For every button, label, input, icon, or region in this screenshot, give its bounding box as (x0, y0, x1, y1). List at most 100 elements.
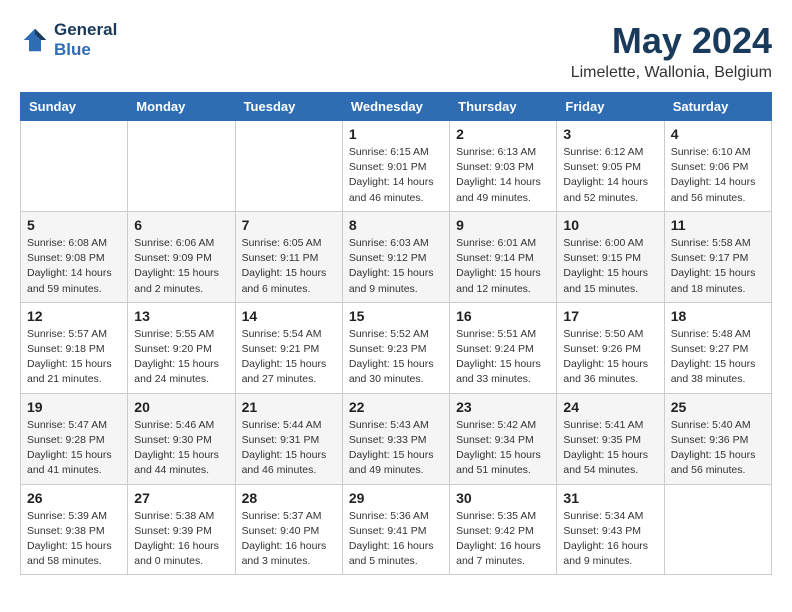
day-info: Sunrise: 5:39 AM Sunset: 9:38 PM Dayligh… (27, 509, 121, 570)
day-number: 24 (563, 399, 657, 415)
day-number: 1 (349, 126, 443, 142)
calendar-cell: 9 Sunrise: 6:01 AM Sunset: 9:14 PM Daylig… (450, 211, 557, 302)
day-info: Sunrise: 5:48 AM Sunset: 9:27 PM Dayligh… (671, 327, 765, 388)
month-title: May 2024 (571, 20, 772, 62)
calendar-cell: 14 Sunrise: 5:54 AM Sunset: 9:21 PM Dayli… (235, 302, 342, 393)
calendar-cell: 21Sunrise: 5:44 AM Sunset: 9:31 PM Dayli… (235, 393, 342, 484)
calendar-cell: 31Sunrise: 5:34 AM Sunset: 9:43 PM Dayli… (557, 484, 664, 575)
weekday-tuesday: Tuesday (235, 93, 342, 121)
day-number: 5 (27, 217, 121, 233)
day-info: Sunrise: 5:55 AM Sunset: 9:20 PM Dayligh… (134, 327, 228, 388)
day-info: Sunrise: 5:47 AM Sunset: 9:28 PM Dayligh… (27, 418, 121, 479)
day-number: 23 (456, 399, 550, 415)
day-info: Sunrise: 6:06 AM Sunset: 9:09 PM Dayligh… (134, 236, 228, 297)
day-info: Sunrise: 6:08 AM Sunset: 9:08 PM Dayligh… (27, 236, 121, 297)
location-title: Limelette, Wallonia, Belgium (571, 64, 772, 82)
day-number: 22 (349, 399, 443, 415)
calendar-cell: 8Sunrise: 6:03 AM Sunset: 9:12 PM Daylig… (342, 211, 449, 302)
day-info: Sunrise: 5:42 AM Sunset: 9:34 PM Dayligh… (456, 418, 550, 479)
day-number: 10 (563, 217, 657, 233)
day-number: 7 (242, 217, 336, 233)
day-info: Sunrise: 6:01 AM Sunset: 9:14 PM Dayligh… (456, 236, 550, 297)
day-number: 30 (456, 490, 550, 506)
calendar-cell: 28Sunrise: 5:37 AM Sunset: 9:40 PM Dayli… (235, 484, 342, 575)
day-number: 14 (242, 308, 336, 324)
day-info: Sunrise: 6:13 AM Sunset: 9:03 PM Dayligh… (456, 145, 550, 206)
day-number: 29 (349, 490, 443, 506)
calendar-header: SundayMondayTuesdayWednesdayThursdayFrid… (21, 93, 772, 121)
calendar-cell: 7Sunrise: 6:05 AM Sunset: 9:11 PM Daylig… (235, 211, 342, 302)
calendar-cell: 11Sunrise: 5:58 AM Sunset: 9:17 PM Dayli… (664, 211, 771, 302)
logo: General Blue (20, 20, 117, 60)
day-info: Sunrise: 5:40 AM Sunset: 9:36 PM Dayligh… (671, 418, 765, 479)
page-header: General Blue May 2024 Limelette, Walloni… (20, 20, 772, 82)
day-info: Sunrise: 5:43 AM Sunset: 9:33 PM Dayligh… (349, 418, 443, 479)
day-number: 3 (563, 126, 657, 142)
day-number: 27 (134, 490, 228, 506)
calendar-week-2: 5 Sunrise: 6:08 AM Sunset: 9:08 PM Daylig… (21, 211, 772, 302)
calendar-cell: 17Sunrise: 5:50 AM Sunset: 9:26 PM Dayli… (557, 302, 664, 393)
calendar-week-3: 12 Sunrise: 5:57 AM Sunset: 9:18 PM Dayli… (21, 302, 772, 393)
calendar-cell: 16Sunrise: 5:51 AM Sunset: 9:24 PM Dayli… (450, 302, 557, 393)
day-info: Sunrise: 5:46 AM Sunset: 9:30 PM Dayligh… (134, 418, 228, 479)
day-number: 6 (134, 217, 228, 233)
weekday-friday: Friday (557, 93, 664, 121)
calendar-cell: 1Sunrise: 6:15 AM Sunset: 9:01 PM Daylig… (342, 121, 449, 212)
day-info: Sunrise: 5:52 AM Sunset: 9:23 PM Dayligh… (349, 327, 443, 388)
calendar-cell: 3 Sunrise: 6:12 AM Sunset: 9:05 PM Daylig… (557, 121, 664, 212)
day-number: 25 (671, 399, 765, 415)
day-info: Sunrise: 6:00 AM Sunset: 9:15 PM Dayligh… (563, 236, 657, 297)
title-block: May 2024 Limelette, Wallonia, Belgium (571, 20, 772, 82)
calendar-cell: 13 Sunrise: 5:55 AM Sunset: 9:20 PM Dayli… (128, 302, 235, 393)
day-number: 9 (456, 217, 550, 233)
calendar-week-5: 26 Sunrise: 5:39 AM Sunset: 9:38 PM Dayli… (21, 484, 772, 575)
day-number: 15 (349, 308, 443, 324)
calendar-cell: 19 Sunrise: 5:47 AM Sunset: 9:28 PM Dayli… (21, 393, 128, 484)
day-number: 16 (456, 308, 550, 324)
calendar-cell: 4 Sunrise: 6:10 AM Sunset: 9:06 PM Daylig… (664, 121, 771, 212)
day-number: 19 (27, 399, 121, 415)
calendar-cell: 30 Sunrise: 5:35 AM Sunset: 9:42 PM Dayli… (450, 484, 557, 575)
logo-icon (20, 25, 50, 55)
day-number: 18 (671, 308, 765, 324)
day-number: 12 (27, 308, 121, 324)
calendar-cell (235, 121, 342, 212)
calendar-cell: 12 Sunrise: 5:57 AM Sunset: 9:18 PM Dayli… (21, 302, 128, 393)
calendar-cell: 27 Sunrise: 5:38 AM Sunset: 9:39 PM Dayli… (128, 484, 235, 575)
calendar-cell: 26 Sunrise: 5:39 AM Sunset: 9:38 PM Dayli… (21, 484, 128, 575)
day-number: 2 (456, 126, 550, 142)
day-info: Sunrise: 5:54 AM Sunset: 9:21 PM Dayligh… (242, 327, 336, 388)
day-number: 20 (134, 399, 228, 415)
calendar-table: SundayMondayTuesdayWednesdayThursdayFrid… (20, 92, 772, 575)
day-info: Sunrise: 6:03 AM Sunset: 9:12 PM Dayligh… (349, 236, 443, 297)
weekday-saturday: Saturday (664, 93, 771, 121)
calendar-body: 1Sunrise: 6:15 AM Sunset: 9:01 PM Daylig… (21, 121, 772, 575)
day-info: Sunrise: 5:37 AM Sunset: 9:40 PM Dayligh… (242, 509, 336, 570)
day-info: Sunrise: 5:38 AM Sunset: 9:39 PM Dayligh… (134, 509, 228, 570)
day-info: Sunrise: 6:12 AM Sunset: 9:05 PM Dayligh… (563, 145, 657, 206)
calendar-cell: 22 Sunrise: 5:43 AM Sunset: 9:33 PM Dayli… (342, 393, 449, 484)
calendar-cell: 20 Sunrise: 5:46 AM Sunset: 9:30 PM Dayli… (128, 393, 235, 484)
calendar-cell: 23 Sunrise: 5:42 AM Sunset: 9:34 PM Dayli… (450, 393, 557, 484)
calendar-cell: 24 Sunrise: 5:41 AM Sunset: 9:35 PM Dayli… (557, 393, 664, 484)
day-info: Sunrise: 5:35 AM Sunset: 9:42 PM Dayligh… (456, 509, 550, 570)
day-number: 13 (134, 308, 228, 324)
weekday-monday: Monday (128, 93, 235, 121)
weekday-sunday: Sunday (21, 93, 128, 121)
day-info: Sunrise: 5:57 AM Sunset: 9:18 PM Dayligh… (27, 327, 121, 388)
weekday-thursday: Thursday (450, 93, 557, 121)
day-info: Sunrise: 5:34 AM Sunset: 9:43 PM Dayligh… (563, 509, 657, 570)
calendar-week-4: 19 Sunrise: 5:47 AM Sunset: 9:28 PM Dayli… (21, 393, 772, 484)
day-number: 4 (671, 126, 765, 142)
day-number: 17 (563, 308, 657, 324)
calendar-cell: 5 Sunrise: 6:08 AM Sunset: 9:08 PM Daylig… (21, 211, 128, 302)
calendar-cell: 18 Sunrise: 5:48 AM Sunset: 9:27 PM Dayli… (664, 302, 771, 393)
day-info: Sunrise: 5:41 AM Sunset: 9:35 PM Dayligh… (563, 418, 657, 479)
calendar-cell (664, 484, 771, 575)
calendar-cell: 29Sunrise: 5:36 AM Sunset: 9:41 PM Dayli… (342, 484, 449, 575)
day-info: Sunrise: 5:44 AM Sunset: 9:31 PM Dayligh… (242, 418, 336, 479)
weekday-wednesday: Wednesday (342, 93, 449, 121)
day-info: Sunrise: 6:10 AM Sunset: 9:06 PM Dayligh… (671, 145, 765, 206)
calendar-cell (21, 121, 128, 212)
day-number: 26 (27, 490, 121, 506)
